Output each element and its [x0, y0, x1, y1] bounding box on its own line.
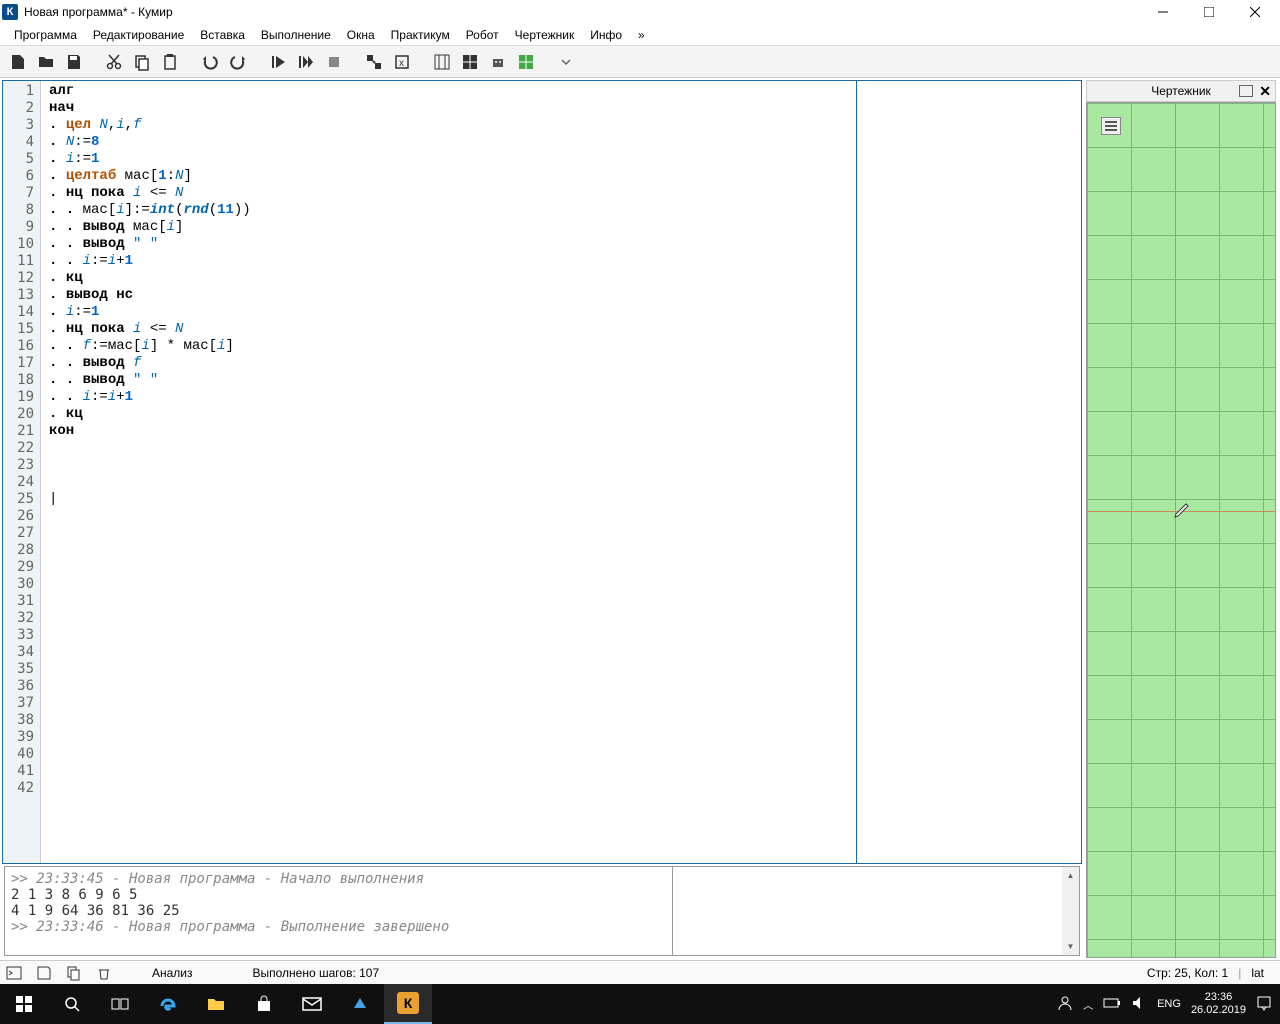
- menu-»[interactable]: »: [630, 26, 653, 44]
- draw-panel: Чертежник ✕: [1086, 80, 1276, 958]
- search-icon[interactable]: [48, 984, 96, 1024]
- robot-icon[interactable]: [486, 50, 510, 74]
- menu-окна[interactable]: Окна: [339, 26, 383, 44]
- output-right-pane: [672, 867, 1062, 955]
- chevron-down-icon[interactable]: [554, 50, 578, 74]
- save-icon[interactable]: [62, 50, 86, 74]
- pen-icon: [1173, 501, 1191, 519]
- new-file-icon[interactable]: [6, 50, 30, 74]
- actors-icon[interactable]: [362, 50, 386, 74]
- menu-вставка[interactable]: Вставка: [192, 26, 253, 44]
- paste-icon[interactable]: [158, 50, 182, 74]
- output-panel: >> 23:33:45 - Новая программа - Начало в…: [4, 866, 1080, 956]
- tray-up-icon[interactable]: ︿: [1083, 997, 1093, 1012]
- maximize-button[interactable]: [1186, 0, 1232, 24]
- variables-icon[interactable]: x: [390, 50, 414, 74]
- draw-panel-title-text: Чертежник: [1151, 84, 1211, 98]
- draw-grid-icon[interactable]: [514, 50, 538, 74]
- edge-icon[interactable]: [144, 984, 192, 1024]
- tray-battery-icon[interactable]: [1103, 997, 1121, 1012]
- code-area[interactable]: алгнач. цел N,i,f. N:=8. i:=1. целтаб ма…: [41, 81, 856, 863]
- status-cursor-pos: Стр: 25, Кол: 1: [1147, 966, 1228, 980]
- copy-icon[interactable]: [130, 50, 154, 74]
- output-scrollbar[interactable]: ▲ ▼: [1062, 867, 1079, 955]
- status-lang: lat: [1251, 966, 1264, 980]
- layout2-icon[interactable]: [458, 50, 482, 74]
- start-button[interactable]: [0, 984, 48, 1024]
- output-text[interactable]: >> 23:33:45 - Новая программа - Начало в…: [5, 867, 672, 955]
- popout-icon[interactable]: [1239, 85, 1253, 97]
- task-view-icon[interactable]: [96, 984, 144, 1024]
- tray-time: 23:36: [1191, 991, 1246, 1004]
- redo-icon[interactable]: [226, 50, 250, 74]
- window-title: Новая программа* - Кумир: [24, 5, 1140, 19]
- app-icon[interactable]: [336, 984, 384, 1024]
- mail-icon[interactable]: [288, 984, 336, 1024]
- output-line: 4 1 9 64 36 81 36 25: [11, 903, 666, 919]
- taskbar: К ︿ ENG 23:36 26.02.2019: [0, 984, 1280, 1024]
- undo-icon[interactable]: [198, 50, 222, 74]
- code-editor[interactable]: 1234567891011121314151617181920212223242…: [2, 80, 1082, 864]
- kumir-taskbar-icon[interactable]: К: [384, 984, 432, 1024]
- tray-date: 26.02.2019: [1191, 1004, 1246, 1017]
- draw-canvas[interactable]: [1086, 102, 1276, 958]
- scroll-up-icon[interactable]: ▲: [1062, 867, 1079, 884]
- menubar: ПрограммаРедактированиеВставкаВыполнение…: [0, 24, 1280, 46]
- console-icon[interactable]: [6, 965, 22, 981]
- copy-status-icon[interactable]: [66, 965, 82, 981]
- step-icon[interactable]: [294, 50, 318, 74]
- menu-робот[interactable]: Робот: [458, 26, 507, 44]
- menu-практикум[interactable]: Практикум: [383, 26, 458, 44]
- titlebar: К Новая программа* - Кумир: [0, 0, 1280, 24]
- statusbar: Анализ Выполнено шагов: 107 Стр: 25, Кол…: [0, 960, 1280, 984]
- explorer-icon[interactable]: [192, 984, 240, 1024]
- minimize-button[interactable]: [1140, 0, 1186, 24]
- close-button[interactable]: [1232, 0, 1278, 24]
- scroll-down-icon[interactable]: ▼: [1062, 938, 1079, 955]
- trash-icon[interactable]: [96, 965, 112, 981]
- output-line: 2 1 3 8 6 9 6 5: [11, 887, 666, 903]
- store-icon[interactable]: [240, 984, 288, 1024]
- log-line: >> 23:33:45 - Новая программа - Начало в…: [11, 871, 666, 887]
- status-steps: Выполнено шагов: 107: [253, 966, 380, 980]
- stop-icon[interactable]: [322, 50, 346, 74]
- tray-volume-icon[interactable]: [1131, 995, 1147, 1014]
- cut-icon[interactable]: [102, 50, 126, 74]
- draw-panel-title: Чертежник ✕: [1086, 80, 1276, 102]
- line-gutter: 1234567891011121314151617181920212223242…: [3, 81, 41, 863]
- menu-выполнение[interactable]: Выполнение: [253, 26, 339, 44]
- app-icon: К: [2, 4, 18, 20]
- menu-чертежник[interactable]: Чертежник: [507, 26, 583, 44]
- menu-программа[interactable]: Программа: [6, 26, 85, 44]
- hamburger-icon[interactable]: [1101, 117, 1121, 135]
- run-icon[interactable]: [266, 50, 290, 74]
- tray-people-icon[interactable]: [1057, 995, 1073, 1014]
- close-icon[interactable]: ✕: [1259, 83, 1271, 100]
- menu-инфо[interactable]: Инфо: [582, 26, 630, 44]
- save-status-icon[interactable]: [36, 965, 52, 981]
- tray-clock[interactable]: 23:36 26.02.2019: [1191, 991, 1246, 1017]
- open-file-icon[interactable]: [34, 50, 58, 74]
- menu-редактирование[interactable]: Редактирование: [85, 26, 192, 44]
- tray-notifications-icon[interactable]: [1256, 995, 1272, 1014]
- tray-lang[interactable]: ENG: [1157, 998, 1181, 1010]
- log-line: >> 23:33:46 - Новая программа - Выполнен…: [11, 919, 666, 935]
- svg-text:x: x: [399, 58, 404, 69]
- status-mode: Анализ: [152, 966, 193, 980]
- layout1-icon[interactable]: [430, 50, 454, 74]
- toolbar: x: [0, 46, 1280, 78]
- editor-margin-pane: [856, 81, 1081, 863]
